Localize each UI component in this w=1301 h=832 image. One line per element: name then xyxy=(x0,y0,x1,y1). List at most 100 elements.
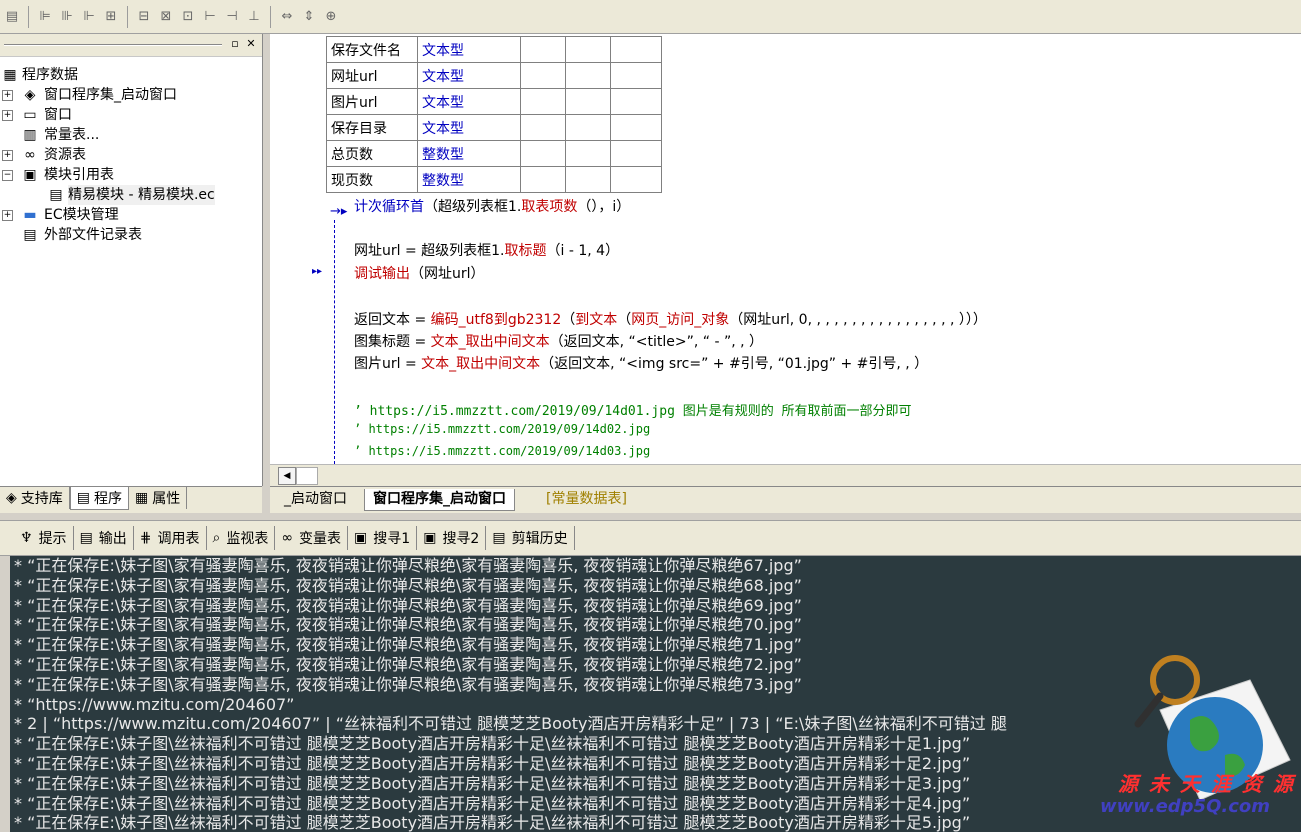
properties-icon: ▦ xyxy=(135,490,149,506)
code-comment[interactable]: ’ https://i5.mmzztt.com/2019/09/14d02.jp… xyxy=(354,422,650,436)
center-icon[interactable]: ⊕ xyxy=(321,7,341,27)
ungroup-icon[interactable]: ⊠ xyxy=(156,7,176,27)
table-row[interactable]: 网址url 文本型 xyxy=(326,62,662,89)
constants-icon: ▥ xyxy=(23,127,37,143)
module-ref-icon: ▣ xyxy=(23,167,37,183)
tab-output[interactable]: ▤ 输出 xyxy=(74,526,134,550)
watch-icon: ⌕ xyxy=(212,530,221,546)
width-icon[interactable]: ⇔ xyxy=(277,7,297,27)
horizontal-scrollbar[interactable]: ◀ xyxy=(270,464,1301,487)
editor-tabs: _启动窗口 窗口程序集_启动窗口 [常量数据表] xyxy=(270,486,1301,513)
restore-icon[interactable]: ▫ xyxy=(228,37,242,51)
breakpoint-marker-icon: ▸▸ xyxy=(312,266,323,277)
clip-history-icon: ▤ xyxy=(492,530,506,546)
distribute-icon[interactable]: ⊞ xyxy=(101,7,121,27)
toolbar-separator xyxy=(270,5,271,28)
tab-start-window[interactable]: _启动窗口 xyxy=(276,489,355,510)
code-comment[interactable]: ’ https://i5.mmzztt.com/2019/09/14d03.jp… xyxy=(354,444,650,458)
tab-library[interactable]: ◈ 支持库 xyxy=(0,487,70,509)
project-panel: ▫ ✕ ▦ 程序数据 + ◈ 窗口程序集_启动窗口 + ▭ 窗口 ▥ 常量表..… xyxy=(0,34,263,486)
group-icon[interactable]: ⊟ xyxy=(134,7,154,27)
code-editor[interactable]: ▸▸ 保存文件名 文本型 网址url 文本型 图片url 文本型 保存目录 文本型 总页… xyxy=(270,34,1301,464)
output-line: * “正在保存E:\妹子图\丝袜福利不可错过 腿模芝芝Booty酒店开房精彩十足… xyxy=(14,734,971,754)
tab-assembly[interactable]: 窗口程序集_启动窗口 xyxy=(364,489,515,511)
scroll-thumb[interactable] xyxy=(296,467,318,485)
resource-icon: ∞ xyxy=(24,147,36,163)
left-panel-tabs: ◈ 支持库 ▤ 程序 ▦ 属性 xyxy=(0,486,262,513)
tree-item-program-data[interactable]: ▦ 程序数据 xyxy=(0,65,262,85)
output-line: * 2 | “https://www.mzitu.com/204607” | “… xyxy=(14,714,1007,734)
code-line-url[interactable]: 网址url = 超级列表框1.取标题（i - 1, 4） xyxy=(354,240,619,260)
tab-watch[interactable]: ⌕ 监视表 xyxy=(207,526,276,550)
align-center-icon[interactable]: ⊪ xyxy=(57,7,77,27)
align-left-icon[interactable]: ⊫ xyxy=(35,7,55,27)
collapse-icon[interactable]: − xyxy=(2,170,13,181)
output-line: * “正在保存E:\妹子图\家有骚妻陶喜乐, 夜夜销魂让你弹尽粮绝\家有骚妻陶喜… xyxy=(14,674,802,694)
form-toolbar: ▤ ⊫ ⊪ ⊩ ⊞ ⊟ ⊠ ⊡ ⊢ ⊣ ⊥ ⇔ ⇕ ⊕ xyxy=(0,0,1301,34)
table-row[interactable]: 保存目录 文本型 xyxy=(326,114,662,141)
tree-item-resources[interactable]: + ∞ 资源表 xyxy=(0,145,262,165)
watermark-title: 源 未 天 涯 资 源 网 xyxy=(1118,772,1301,796)
toolbar-separator xyxy=(28,5,29,28)
tree-item-module-ref[interactable]: − ▣ 模块引用表 xyxy=(0,165,262,185)
tree-item-assembly[interactable]: + ◈ 窗口程序集_启动窗口 xyxy=(0,85,262,105)
tree-item-external-files[interactable]: ▤ 外部文件记录表 xyxy=(0,225,262,245)
call-table-icon: ⋕ xyxy=(139,530,152,546)
tab-call-table[interactable]: ⋕ 调用表 xyxy=(134,526,207,550)
toolbar-separator xyxy=(127,5,128,28)
table-row[interactable]: 总页数 整数型 xyxy=(326,140,662,167)
expand-icon[interactable]: + xyxy=(2,90,13,101)
search1-icon: ▣ xyxy=(354,530,368,546)
program-data-icon: ▦ xyxy=(3,67,17,83)
align-right-icon[interactable]: ⊩ xyxy=(79,7,99,27)
size-icon[interactable]: ⊢ xyxy=(200,7,220,27)
project-tree: ▦ 程序数据 + ◈ 窗口程序集_启动窗口 + ▭ 窗口 ▥ 常量表... + … xyxy=(0,57,262,245)
tab-hint[interactable]: ♆ 提示 xyxy=(14,526,74,550)
tree-item-constants[interactable]: ▥ 常量表... xyxy=(0,125,262,145)
tab-clip-history[interactable]: ▤ 剪辑历史 xyxy=(486,526,575,550)
variable-table: 保存文件名 文本型 网址url 文本型 图片url 文本型 保存目录 文本型 总页数 整数… xyxy=(326,36,662,193)
code-line-debug[interactable]: 调试输出（网址url） xyxy=(354,263,485,283)
code-line-imgurl[interactable]: 图片url = 文本_取出中间文本（返回文本, “<img src=” + #引… xyxy=(354,353,928,373)
text-icon[interactable]: ⊥ xyxy=(244,7,264,27)
table-row[interactable]: 图片url 文本型 xyxy=(326,88,662,115)
expand-icon[interactable]: + xyxy=(2,150,13,161)
code-line-loop[interactable]: 计次循环首（超级列表框1.取表项数（），i） xyxy=(354,196,630,216)
output-toolbar: ♆ 提示 ▤ 输出 ⋕ 调用表 ⌕ 监视表 ∞ 变量表 ▣ 搜寻1 ▣ 搜寻2 ▤ 剪辑历史 xyxy=(0,520,1301,556)
tab-variables[interactable]: ∞ 变量表 xyxy=(275,526,349,550)
tab-search2[interactable]: ▣ 搜寻2 xyxy=(417,526,487,550)
table-row[interactable]: 保存文件名 文本型 xyxy=(326,36,662,63)
window-icon: ▭ xyxy=(23,107,37,123)
ec-folder-icon: ▬ xyxy=(23,207,37,223)
output-line: * “正在保存E:\妹子图\丝袜福利不可错过 腿模芝芝Booty酒店开房精彩十足… xyxy=(14,773,971,793)
tree-item-window[interactable]: + ▭ 窗口 xyxy=(0,105,262,125)
output-line: * “正在保存E:\妹子图\丝袜福利不可错过 腿模芝芝Booty酒店开房精彩十足… xyxy=(14,753,971,773)
output-console[interactable]: * “正在保存E:\妹子图\家有骚妻陶喜乐, 夜夜销魂让你弹尽粮绝\家有骚妻陶喜… xyxy=(10,556,1301,832)
height-icon[interactable]: ⇕ xyxy=(299,7,319,27)
spacing-icon[interactable]: ⊣ xyxy=(222,7,242,27)
tab-properties[interactable]: ▦ 属性 xyxy=(129,487,188,509)
output-line: * “正在保存E:\妹子图\家有骚妻陶喜乐, 夜夜销魂让你弹尽粮绝\家有骚妻陶喜… xyxy=(14,595,802,615)
expand-icon[interactable]: + xyxy=(2,210,13,221)
expand-icon[interactable]: + xyxy=(2,110,13,121)
table-row[interactable]: 现页数 整数型 xyxy=(326,166,662,193)
window-icon[interactable]: ▤ xyxy=(2,7,22,27)
external-file-icon: ▤ xyxy=(23,227,37,243)
code-line-fetch[interactable]: 返回文本 = 编码_utf8到gb2312（到文本（网页_访问_对象（网址url… xyxy=(354,309,987,329)
output-line: * “正在保存E:\妹子图\家有骚妻陶喜乐, 夜夜销魂让你弹尽粮绝\家有骚妻陶喜… xyxy=(14,556,802,575)
output-line: * “正在保存E:\妹子图\家有骚妻陶喜乐, 夜夜销魂让你弹尽粮绝\家有骚妻陶喜… xyxy=(14,654,802,674)
loop-arrow-icon: →▸ xyxy=(330,204,348,219)
close-icon[interactable]: ✕ xyxy=(244,37,258,51)
variables-icon: ∞ xyxy=(281,530,294,546)
tree-item-module-file[interactable]: ▤ 精易模块 - 精易模块.ec xyxy=(0,185,262,205)
library-icon: ◈ xyxy=(6,490,17,506)
program-icon: ▤ xyxy=(76,490,91,506)
code-comment[interactable]: ’ https://i5.mmzztt.com/2019/09/14d01.jp… xyxy=(354,400,912,419)
tree-item-ec-modules[interactable]: + ▬ EC模块管理 xyxy=(0,205,262,225)
tab-program[interactable]: ▤ 程序 xyxy=(69,487,130,510)
scroll-left-icon[interactable]: ◀ xyxy=(278,467,296,485)
grid-icon[interactable]: ⊡ xyxy=(178,7,198,27)
tab-constants[interactable]: [常量数据表] xyxy=(538,489,635,510)
tab-search1[interactable]: ▣ 搜寻1 xyxy=(348,526,418,550)
code-line-title[interactable]: 图集标题 = 文本_取出中间文本（返回文本, “<title>”, “ - ”,… xyxy=(354,331,763,351)
